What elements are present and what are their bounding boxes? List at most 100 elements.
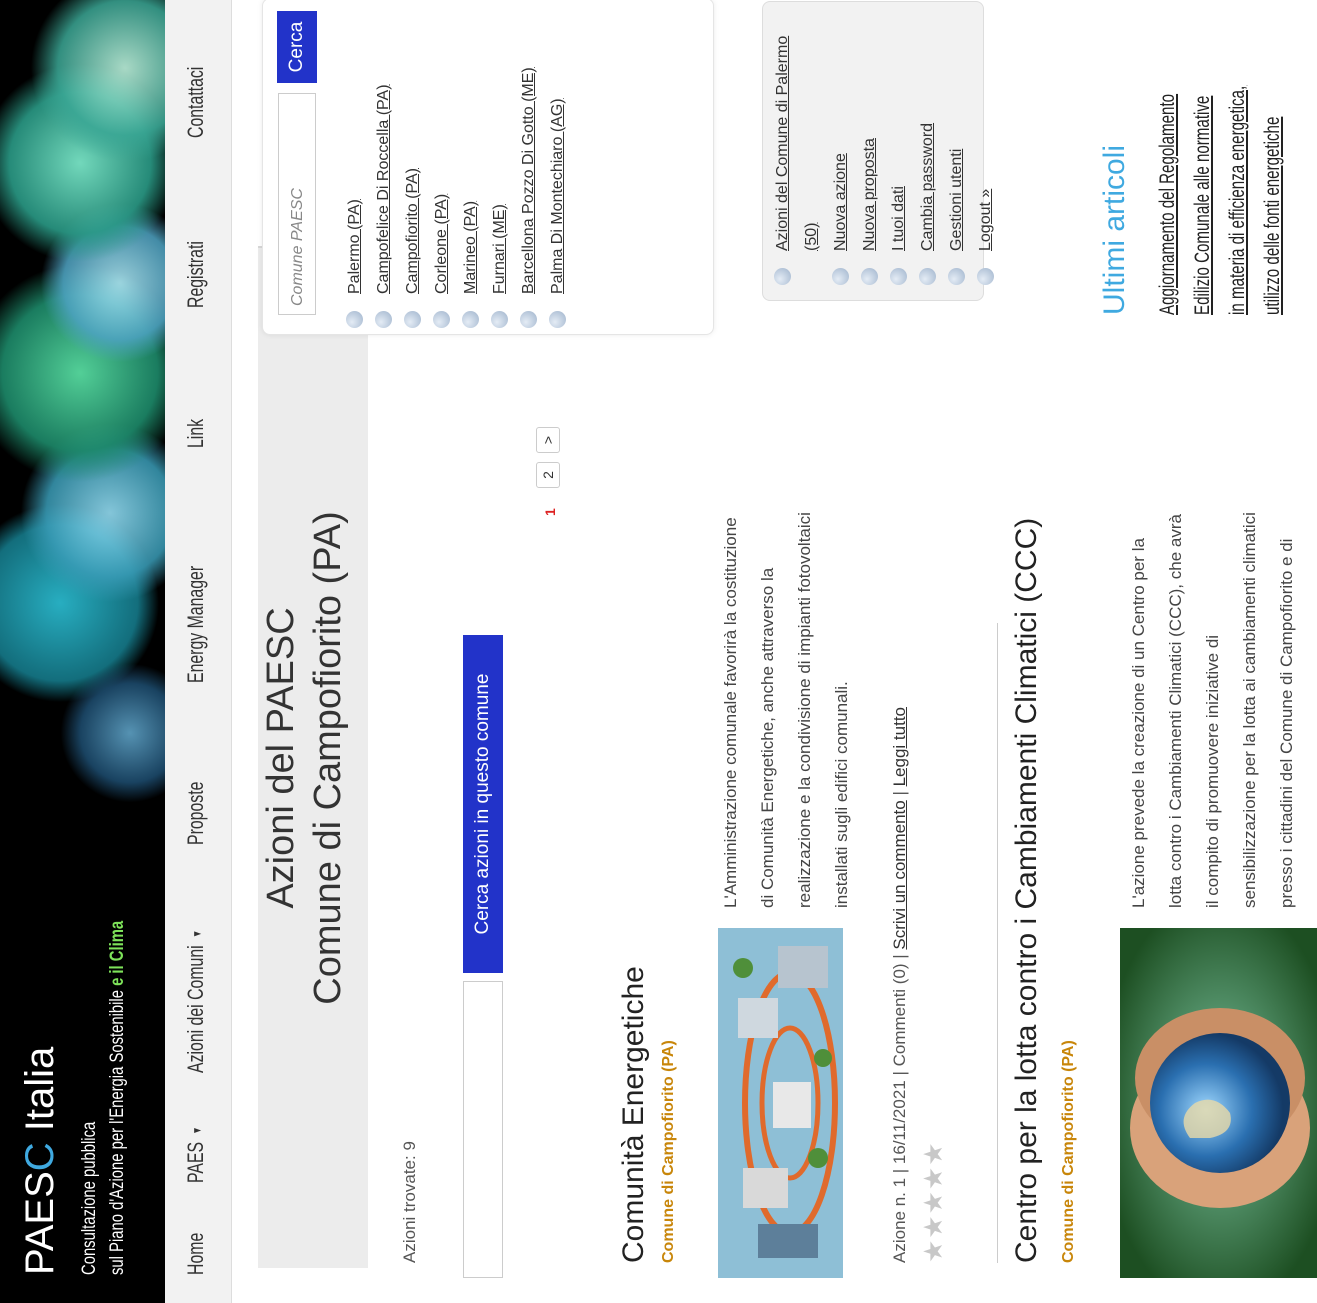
user-menu: Azioni del Comune di Palermo (50) Nuova … bbox=[768, 15, 1000, 285]
pagination-next[interactable]: > bbox=[536, 427, 560, 453]
star-icon[interactable]: ★ bbox=[918, 1239, 948, 1263]
excerpt-line: L'Amministrazione comunale favorirà la c… bbox=[721, 517, 740, 908]
comune-link[interactable]: Marineo (PA) bbox=[462, 201, 479, 294]
bullet-icon bbox=[774, 268, 791, 285]
user-menu-item: Nuova proposta bbox=[855, 15, 884, 285]
user-menu-item: Gestioni utenti bbox=[942, 15, 971, 285]
page-title-line2: Comune di Campofiorito (PA) bbox=[307, 511, 349, 1005]
nav-contattaci[interactable]: Contattaci bbox=[183, 67, 209, 138]
article-title[interactable]: Comunità Energetiche bbox=[617, 966, 651, 1263]
comune-link[interactable]: Campofiorito (PA) bbox=[404, 168, 421, 294]
article-comune[interactable]: Comune di Campofiorito (PA) bbox=[660, 1040, 678, 1263]
write-comment-link[interactable]: Scrivi un commento bbox=[890, 800, 909, 949]
results-count: Azioni trovate: 9 bbox=[400, 1141, 419, 1263]
nuova-proposta-link[interactable]: Nuova proposta bbox=[861, 138, 878, 251]
excerpt-line: di Comunità Energetiche, anche attravers… bbox=[758, 567, 777, 908]
bullet-icon bbox=[861, 268, 878, 285]
star-icon[interactable]: ★ bbox=[918, 1166, 948, 1190]
nav-label: Link bbox=[183, 418, 208, 448]
nav-label: Proposte bbox=[183, 781, 208, 845]
site-logo-title[interactable]: PAESC Italia bbox=[18, 1047, 63, 1275]
user-menu-item: I tuoi dati bbox=[884, 15, 913, 285]
tuoi-dati-link[interactable]: I tuoi dati bbox=[890, 186, 907, 251]
star-icon[interactable]: ★ bbox=[918, 1141, 948, 1165]
page-title-line1: Azioni del PAESC bbox=[260, 607, 302, 909]
logout-link[interactable]: Logout » bbox=[977, 189, 994, 251]
nav-label: Registrati bbox=[183, 241, 208, 308]
action-search-input[interactable] bbox=[463, 981, 503, 1278]
read-more-link[interactable]: Leggi tutto bbox=[890, 707, 909, 786]
nav-label: Home bbox=[183, 1232, 208, 1275]
comune-link[interactable]: Furnari (ME) bbox=[491, 204, 508, 294]
nav-home[interactable]: Home bbox=[183, 1233, 209, 1275]
nav-energy-manager[interactable]: Energy Manager bbox=[183, 566, 209, 683]
meta-separator: | bbox=[890, 786, 909, 801]
excerpt-line: realizzazione e la condivisione di impia… bbox=[795, 512, 814, 908]
bullet-icon bbox=[491, 311, 508, 328]
site-subtitle: Consultazione pubblica sul Piano d'Azion… bbox=[76, 807, 132, 1275]
bullet-icon bbox=[549, 311, 566, 328]
comune-list-item: Barcellona Pozzo Di Gotto (ME) bbox=[514, 8, 543, 328]
comune-list-item: Marineo (PA) bbox=[456, 8, 485, 328]
latest-article-link[interactable]: Aggiornamento del Regolamento Edilizio C… bbox=[1150, 85, 1290, 315]
article-thumbnail[interactable] bbox=[718, 928, 843, 1278]
excerpt-line: presso i cittadini del Comune di Campofi… bbox=[1277, 538, 1296, 908]
rating-stars[interactable]: ★★★★★ bbox=[918, 1141, 949, 1263]
nav-registrati[interactable]: Registrati bbox=[183, 241, 209, 308]
nav-link[interactable]: Link bbox=[183, 419, 209, 448]
star-icon[interactable]: ★ bbox=[918, 1214, 948, 1238]
brand-main: PAES bbox=[18, 1171, 62, 1275]
bullet-icon bbox=[404, 311, 421, 328]
comune-link[interactable]: Barcellona Pozzo Di Gotto (ME) bbox=[520, 67, 537, 294]
article-title[interactable]: Centro per la lotta contro i Cambiamenti… bbox=[1010, 518, 1044, 1263]
article-excerpt: L'azione prevede la creazione di un Cent… bbox=[1120, 338, 1305, 908]
page: PAESC Italia Consultazione pubblica sul … bbox=[0, 0, 1317, 1303]
excerpt-line: il compito di promuovere iniziative di bbox=[1203, 634, 1222, 908]
bullet-icon bbox=[977, 268, 994, 285]
nav-proposte[interactable]: Proposte bbox=[183, 782, 209, 845]
nuova-azione-link[interactable]: Nuova azione bbox=[832, 153, 849, 251]
caret-down-icon: ▼ bbox=[190, 1126, 205, 1135]
user-menu-item: Logout » bbox=[971, 15, 1000, 285]
brand-rest: Italia bbox=[18, 1046, 62, 1143]
nav-azioni-comuni[interactable]: Azioni dei Comuni ▼ bbox=[183, 930, 209, 1073]
azioni-comune-link[interactable]: Azioni del Comune di Palermo (50) bbox=[774, 36, 820, 251]
action-search-button[interactable]: Cerca azioni in questo comune bbox=[463, 635, 503, 973]
bullet-icon bbox=[919, 268, 936, 285]
latest-articles-title: Ultimi articoli bbox=[1098, 144, 1131, 315]
article-comune[interactable]: Comune di Campofiorito (PA) bbox=[1060, 1040, 1078, 1263]
pagination-page-2[interactable]: 2 bbox=[536, 462, 560, 488]
bullet-icon bbox=[890, 268, 907, 285]
comune-link[interactable]: Palma Di Montechiaro (AG) bbox=[549, 98, 566, 294]
comune-list-item: Campofelice Di Roccella (PA) bbox=[369, 8, 398, 328]
comune-list-item: Corleone (PA) bbox=[427, 8, 456, 328]
nav-paes[interactable]: PAES ▼ bbox=[183, 1126, 209, 1183]
comune-search-input[interactable]: Comune PAESC bbox=[278, 93, 316, 315]
article-meta: Azione n. 1 | 16/11/2021 | Commenti (0) … bbox=[890, 707, 910, 1263]
caret-down-icon: ▼ bbox=[190, 929, 205, 939]
earth-hands-illustration bbox=[1120, 928, 1317, 1278]
main-nav: Home PAES ▼ Azioni dei Comuni ▼ Proposte E… bbox=[165, 0, 232, 1303]
article-thumbnail[interactable] bbox=[1120, 928, 1317, 1278]
cambia-password-link[interactable]: Cambia password bbox=[919, 123, 936, 251]
star-icon[interactable]: ★ bbox=[918, 1190, 948, 1214]
subtitle-line2-start: sul Piano d'Azione per l'Energia Sosteni… bbox=[107, 990, 128, 1275]
comune-list-item: Campofiorito (PA) bbox=[398, 8, 427, 328]
article-meta-info: Azione n. 1 | 16/11/2021 | Commenti (0) … bbox=[890, 949, 909, 1263]
gestioni-utenti-link[interactable]: Gestioni utenti bbox=[948, 149, 965, 251]
nav-label: Contattaci bbox=[183, 66, 208, 138]
bullet-icon bbox=[375, 311, 392, 328]
user-menu-item: Nuova azione bbox=[826, 15, 855, 285]
comune-link[interactable]: Corleone (PA) bbox=[433, 194, 450, 294]
bullet-icon bbox=[346, 311, 363, 328]
bullet-icon bbox=[520, 311, 537, 328]
comune-search-button[interactable]: Cerca bbox=[277, 11, 317, 83]
subtitle-line2-green: e il Clima bbox=[107, 920, 128, 991]
comune-list-item: Palermo (PA) bbox=[340, 8, 369, 328]
comune-link[interactable]: Campofelice Di Roccella (PA) bbox=[375, 84, 392, 294]
comune-link[interactable]: Palermo (PA) bbox=[346, 199, 363, 294]
bullet-icon bbox=[832, 268, 849, 285]
brand-accent: C bbox=[18, 1142, 62, 1172]
nav-label: Azioni dei Comuni bbox=[183, 945, 208, 1073]
comuni-list: Palermo (PA) Campofelice Di Roccella (PA… bbox=[340, 8, 572, 328]
